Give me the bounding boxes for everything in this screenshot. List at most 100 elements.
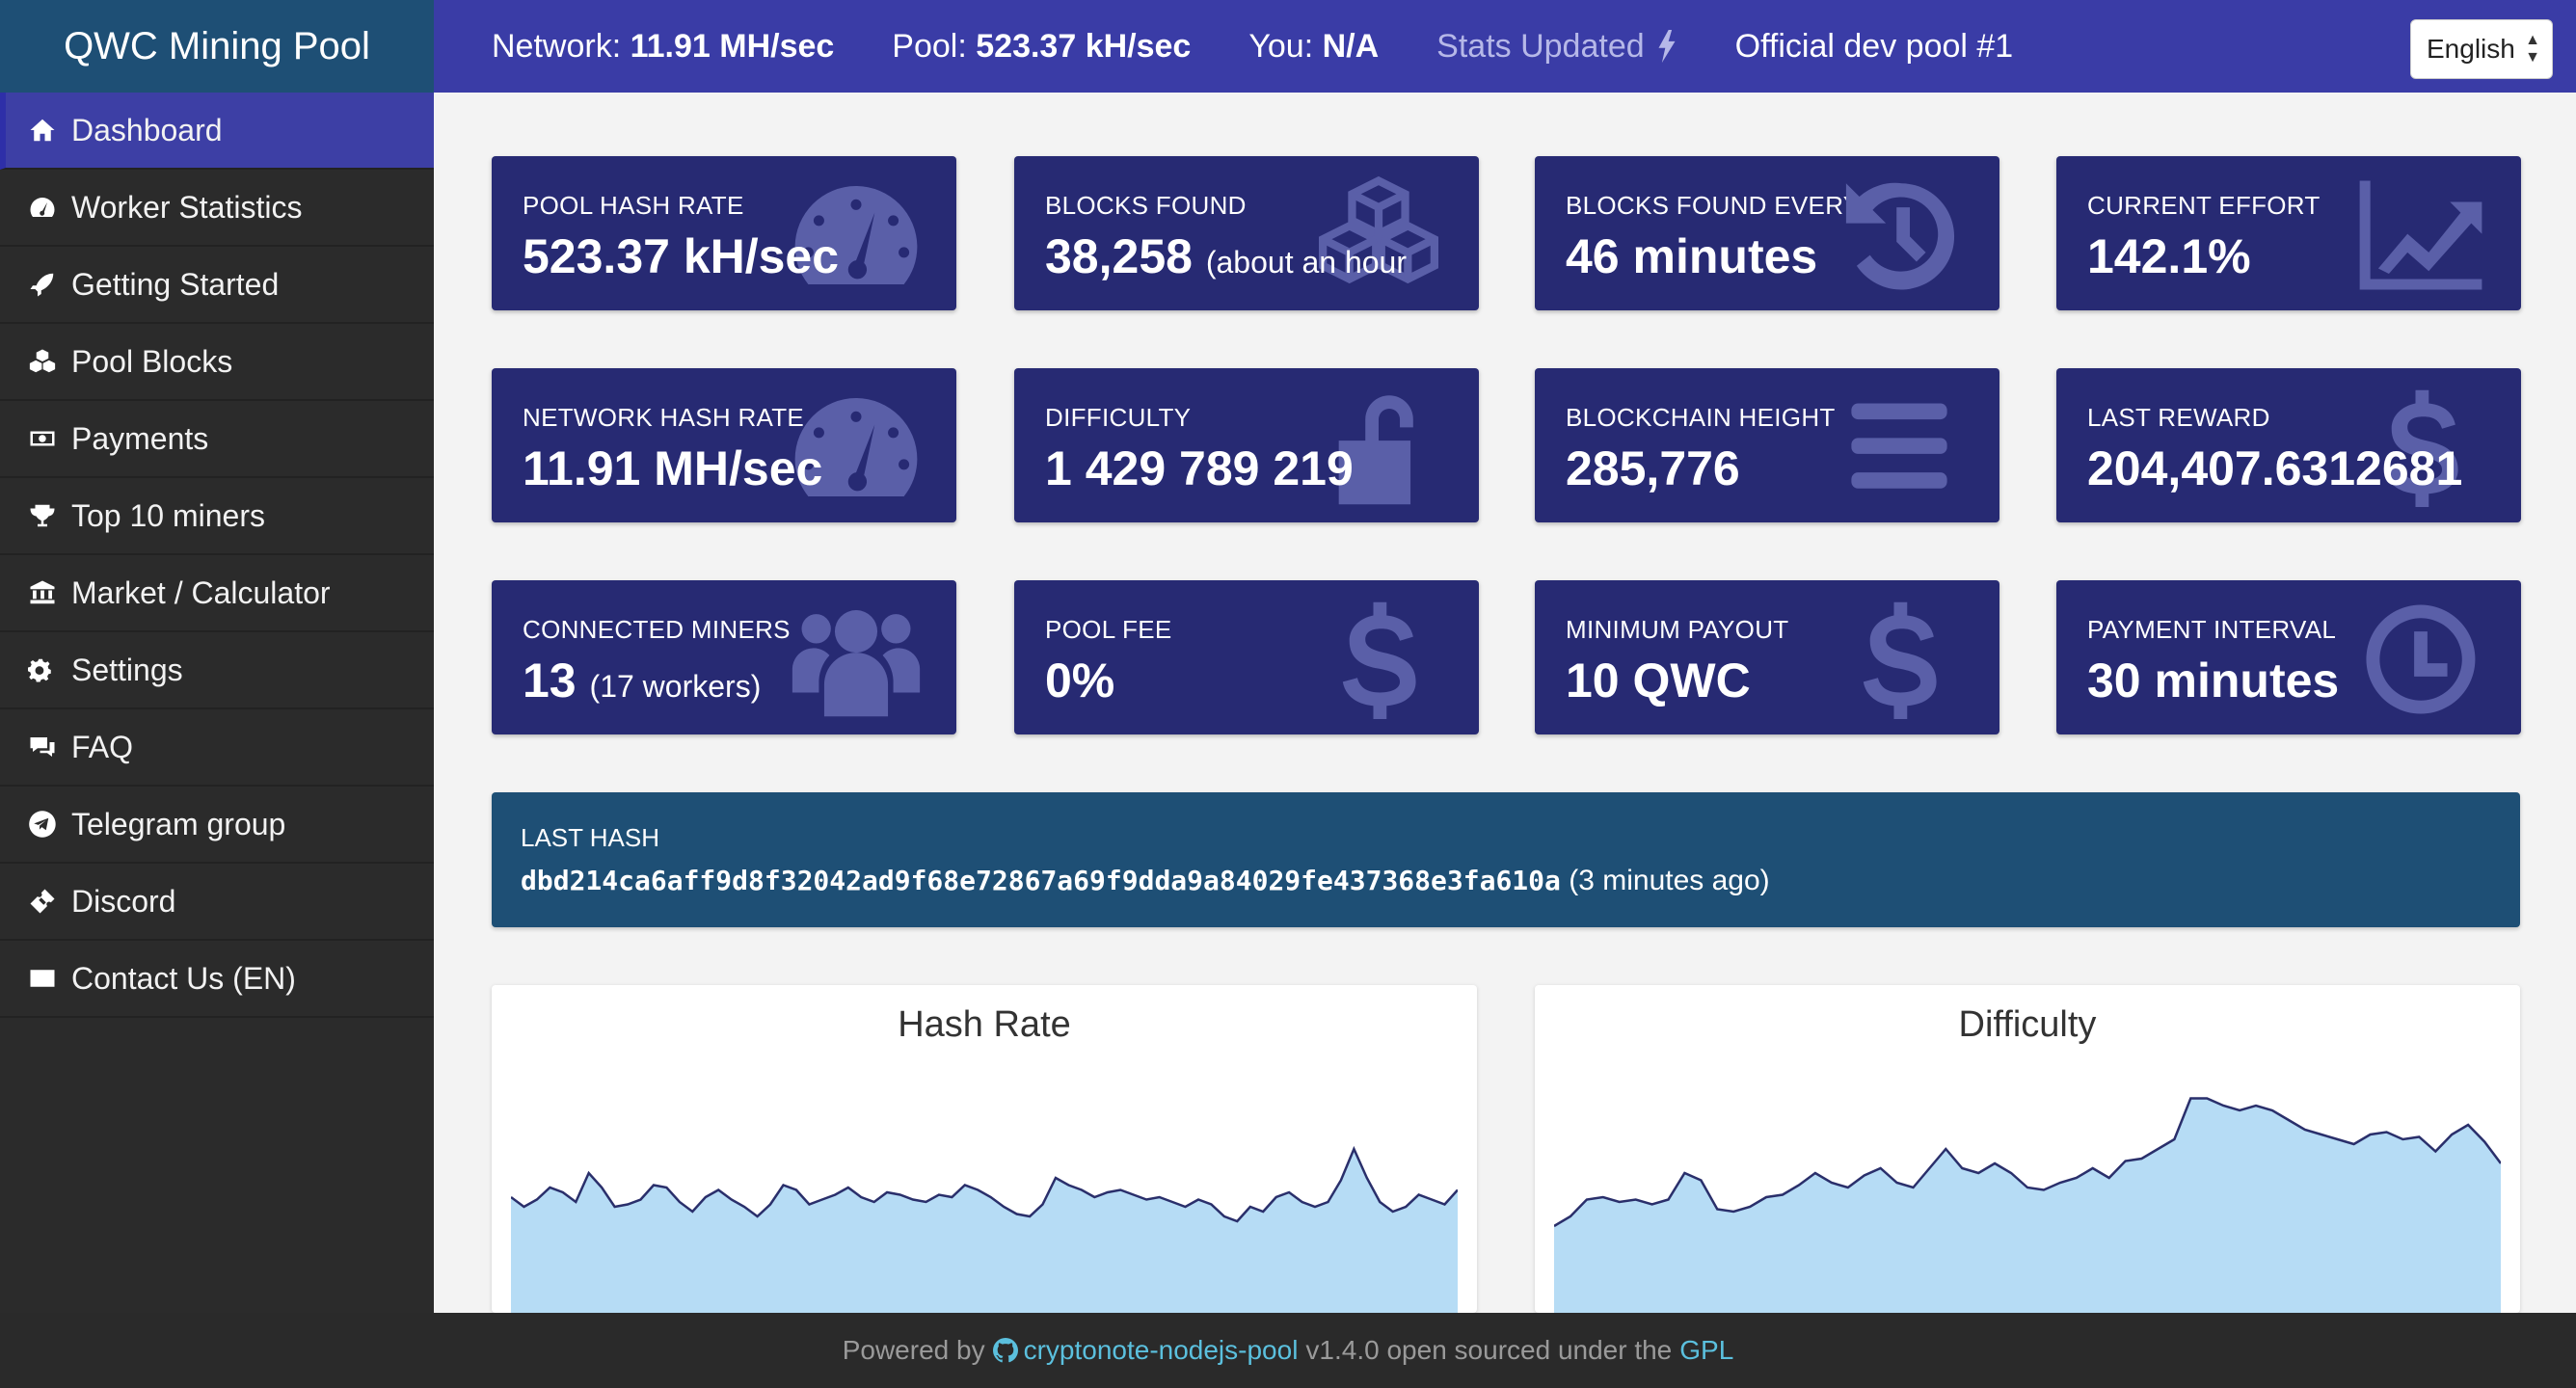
gears-icon: [23, 654, 62, 685]
brand-title[interactable]: QWC Mining Pool: [0, 0, 434, 93]
difficulty-chart-card: Difficulty: [1535, 985, 2520, 1313]
license-link[interactable]: GPL: [1679, 1335, 1733, 1366]
sidebar-item-top-10-miners[interactable]: Top 10 miners: [0, 478, 434, 555]
sidebar-item-label: Discord: [71, 883, 176, 919]
sidebar-item-payments[interactable]: Payments: [0, 401, 434, 478]
card-value: 10 QWC: [1566, 654, 1751, 707]
pool-fee-card: POOL FEE 0%: [1014, 580, 1479, 734]
sidebar-item-label: Market / Calculator: [71, 574, 331, 610]
envelope-icon: [23, 963, 62, 994]
top-bar: Network: 11.91 MH/sec Pool: 523.37 kH/se…: [434, 0, 2576, 93]
select-arrows-icon: ▲ ▼: [2525, 32, 2540, 66]
sidebar-item-label: Dashboard: [71, 112, 223, 147]
bolt-icon: [1658, 30, 1676, 63]
blocks-found-card: BLOCKS FOUND 38,258 (about an hour: [1014, 156, 1479, 310]
minimum-payout-card: MINIMUM PAYOUT 10 QWC: [1535, 580, 1999, 734]
sidebar-item-contact-us-en[interactable]: Contact Us (EN): [0, 941, 434, 1018]
trophy-icon: [23, 500, 62, 531]
official-pool-label: Official dev pool #1: [1734, 27, 2014, 65]
sidebar-item-telegram-group[interactable]: Telegram group: [0, 787, 434, 864]
sidebar-item-market-calculator[interactable]: Market / Calculator: [0, 555, 434, 632]
money-icon: [23, 423, 62, 454]
sidebar-item-getting-started[interactable]: Getting Started: [0, 247, 434, 324]
card-value: 523.37 kH/sec: [523, 229, 840, 283]
sidebar-item-label: Top 10 miners: [71, 497, 265, 533]
sidebar-item-label: FAQ: [71, 729, 134, 764]
last-hash-panel: LAST HASH dbd214ca6aff9d8f32042ad9f68e72…: [492, 792, 2520, 927]
chart-title: Hash Rate: [898, 1004, 1071, 1045]
card-value: 0%: [1045, 654, 1115, 707]
chart-title: Difficulty: [1958, 1004, 2097, 1045]
bank-icon: [23, 577, 62, 608]
sidebar-item-label: Settings: [71, 652, 183, 687]
connected-miners-value: 13: [523, 654, 577, 707]
tachometer-icon: [23, 192, 62, 223]
card-value: 30 minutes: [2087, 654, 2340, 707]
sidebar-item-label: Payments: [71, 420, 209, 456]
card-value: 11.91 MH/sec: [523, 441, 823, 495]
last-hash-value[interactable]: dbd214ca6aff9d8f32042ad9f68e72867a69f9dd…: [521, 865, 1561, 896]
footer: Powered by cryptonote-nodejs-pool v1.4.0…: [0, 1313, 2576, 1388]
comments-icon: [23, 732, 62, 762]
blockchain-height-card: BLOCKCHAIN HEIGHT 285,776: [1535, 368, 1999, 522]
sidebar-item-worker-statistics[interactable]: Worker Statistics: [0, 170, 434, 247]
hashrate-chart: [511, 1145, 1458, 1313]
telegram-icon: [23, 809, 62, 840]
ticket-icon: [23, 886, 62, 917]
sidebar-item-settings[interactable]: Settings: [0, 632, 434, 709]
sidebar-item-dashboard[interactable]: Dashboard: [0, 93, 434, 170]
version-text: v1.4.0 open sourced under the: [1305, 1335, 1673, 1365]
card-value: 142.1%: [2087, 229, 2251, 283]
you-value: N/A: [1322, 27, 1380, 65]
card-value: 46 minutes: [1566, 229, 1818, 283]
sidebar-item-label: Contact Us (EN): [71, 960, 296, 996]
difficulty-series-area: [1554, 1098, 2501, 1313]
your-hashrate-stat: You: N/A: [1248, 28, 1379, 66]
you-label: You:: [1248, 27, 1314, 65]
sidebar-item-faq[interactable]: FAQ: [0, 709, 434, 787]
sidebar-item-label: Telegram group: [71, 806, 286, 841]
connected-miners-card: CONNECTED MINERS 13 (17 workers): [492, 580, 956, 734]
blocks-found-sub: (about an hour: [1205, 245, 1407, 280]
last-hash-label: LAST HASH: [521, 823, 660, 852]
network-value: 11.91 MH/sec: [630, 27, 835, 65]
network-hash-rate-card: NETWORK HASH RATE 11.91 MH/sec: [492, 368, 956, 522]
pool-hash-rate-card: POOL HASH RATE 523.37 kH/sec: [492, 156, 956, 310]
last-hash-row: dbd214ca6aff9d8f32042ad9f68e72867a69f9dd…: [521, 865, 2491, 897]
card-value: 13 (17 workers): [523, 653, 926, 708]
sidebar-nav: Dashboard Worker Statistics Getting Starte…: [0, 93, 434, 1018]
sidebar-item-label: Getting Started: [71, 266, 280, 302]
project-link[interactable]: cryptonote-nodejs-pool: [1024, 1335, 1299, 1366]
github-icon: [992, 1338, 1018, 1363]
powered-by-text: Powered by: [842, 1335, 985, 1365]
home-icon: [23, 115, 62, 146]
network-label: Network:: [492, 27, 622, 65]
blocks-found-value: 38,258: [1045, 229, 1193, 283]
difficulty-card: DIFFICULTY 1 429 789 219: [1014, 368, 1479, 522]
connected-workers-sub: (17 workers): [589, 669, 762, 704]
sidebar-item-label: Pool Blocks: [71, 343, 233, 379]
hashrate-chart-card: Hash Rate: [492, 985, 1477, 1313]
payment-interval-card: PAYMENT INTERVAL 30 minutes: [2056, 580, 2521, 734]
current-effort-card: CURRENT EFFORT 142.1%: [2056, 156, 2521, 310]
stats-updated: Stats Updated: [1436, 28, 1677, 66]
card-value: 285,776: [1566, 441, 1740, 495]
rocket-icon: [23, 269, 62, 300]
pool-label: Pool:: [892, 27, 967, 65]
sidebar-item-discord[interactable]: Discord: [0, 864, 434, 941]
cubes-icon: [23, 346, 62, 377]
language-value: English: [2427, 34, 2515, 64]
pool-hashrate-stat: Pool: 523.37 kH/sec: [892, 28, 1191, 66]
last-reward-card: LAST REWARD 204,407.6312681: [2056, 368, 2521, 522]
blocks-found-every-card: BLOCKS FOUND EVERY 46 minutes: [1535, 156, 1999, 310]
language-select[interactable]: English ▲ ▼: [2410, 19, 2553, 79]
hashrate-series-area: [511, 1149, 1458, 1313]
pool-value: 523.37 kH/sec: [976, 27, 1192, 65]
network-hashrate-stat: Network: 11.91 MH/sec: [492, 28, 834, 66]
card-value: 38,258 (about an hour: [1045, 228, 1448, 284]
stats-updated-label: Stats Updated: [1436, 27, 1645, 65]
last-hash-ago: (3 minutes ago): [1569, 865, 1770, 896]
sidebar-item-pool-blocks[interactable]: Pool Blocks: [0, 324, 434, 401]
difficulty-chart: [1554, 1097, 2501, 1313]
sidebar: QWC Mining Pool Dashboard Worker Statisti…: [0, 0, 434, 1313]
